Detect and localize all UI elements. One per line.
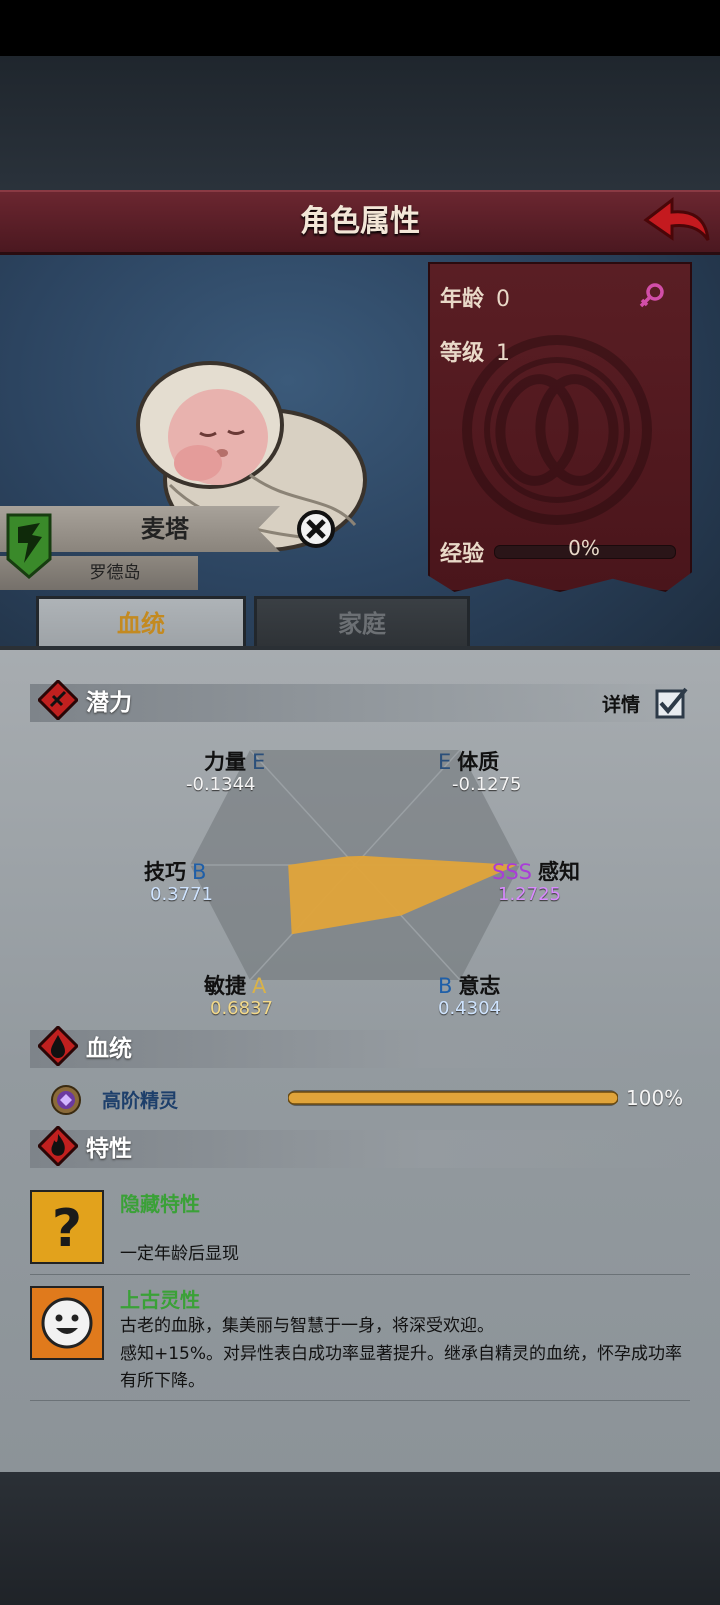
detail-label: 详情	[602, 694, 641, 716]
age-row: 年龄 0	[440, 281, 510, 313]
level-label: 等级	[440, 341, 485, 366]
bloodline-header: 血统	[30, 1030, 690, 1068]
blood-drop-icon	[38, 1026, 78, 1066]
svg-text:?: ?	[52, 1199, 82, 1259]
will-name: 意志	[458, 974, 501, 998]
tab-bloodline[interactable]: 血统	[36, 596, 246, 649]
dragon-shield-icon	[6, 513, 52, 579]
bloodline-label: 血统	[86, 1036, 132, 1062]
axis-agility: 敏捷 A	[204, 970, 272, 1000]
smiling-face-icon	[30, 1286, 104, 1360]
bottom-background	[0, 1472, 720, 1605]
trait-separator	[30, 1274, 690, 1275]
top-band	[0, 56, 720, 190]
skill-value: 0.3771	[150, 884, 213, 905]
age-value: 0	[496, 287, 511, 312]
bloodline-bar	[288, 1090, 618, 1106]
character-name: 麦塔	[141, 515, 189, 543]
character-place: 罗德岛	[89, 563, 141, 583]
exp-label: 经验	[440, 542, 485, 567]
level-value: 1	[496, 341, 511, 366]
trait-name-hidden: 隐藏特性	[120, 1192, 200, 1216]
trait-separator	[30, 1400, 690, 1401]
question-mark-icon: ?	[30, 1190, 104, 1264]
strength-value: -0.1344	[186, 774, 256, 795]
will-grade: B	[438, 974, 453, 998]
fire-icon	[38, 1126, 78, 1166]
axis-perception: SSS 感知	[492, 856, 580, 886]
agility-grade: A	[252, 974, 267, 998]
exp-value: 0%	[568, 536, 600, 560]
page-title: 角色属性	[300, 204, 420, 239]
elf-bloodline-icon	[51, 1085, 81, 1115]
skill-grade: B	[192, 860, 207, 884]
constitution-grade: E	[438, 750, 452, 774]
skill-name: 技巧	[144, 860, 186, 884]
constitution-name: 体质	[457, 750, 500, 774]
constitution-value: -0.1275	[452, 774, 522, 795]
potential-header: 潜力	[30, 684, 690, 722]
axis-skill: 技巧 B	[144, 856, 212, 886]
title-bar: 角色属性	[0, 190, 720, 255]
status-bar	[0, 0, 720, 56]
potential-icon	[38, 680, 78, 720]
trait-desc-hidden: 一定年龄后显现	[120, 1244, 239, 1264]
strength-grade: E	[252, 750, 266, 774]
back-arrow-icon[interactable]	[642, 196, 712, 248]
axis-constitution: E 体质	[432, 746, 499, 776]
will-value: 0.4304	[438, 998, 501, 1019]
bloodline-name: 高阶精灵	[102, 1090, 179, 1112]
perception-name: 感知	[538, 860, 580, 884]
agility-value: 0.6837	[210, 998, 273, 1019]
bloodline-percent: 100%	[626, 1086, 684, 1110]
close-icon[interactable]	[296, 509, 336, 549]
agility-name: 敏捷	[204, 974, 246, 998]
detail-checkbox-icon[interactable]	[654, 686, 688, 720]
potential-label: 潜力	[86, 690, 132, 716]
female-symbol-icon	[639, 283, 664, 308]
trait-desc-ancient-1: 古老的血脉，集美丽与智慧于一身，将深受欢迎。	[120, 1316, 494, 1336]
perception-value: 1.2725	[498, 884, 561, 905]
axis-strength: 力量 E	[204, 746, 271, 776]
perception-grade: SSS	[492, 860, 532, 884]
strength-name: 力量	[204, 750, 246, 774]
trait-name-ancient: 上古灵性	[120, 1288, 200, 1312]
axis-will: B 意志	[432, 970, 500, 1000]
tab-family[interactable]: 家庭	[254, 596, 470, 649]
level-row: 等级 1	[440, 335, 510, 367]
trait-desc-ancient-2: 感知+15%。对异性表白成功率显著提升。继承自精灵的血统，怀孕成功率有所下降。	[120, 1344, 683, 1391]
traits-label: 特性	[86, 1136, 132, 1162]
traits-header: 特性	[30, 1130, 690, 1168]
age-label: 年龄	[440, 287, 485, 312]
